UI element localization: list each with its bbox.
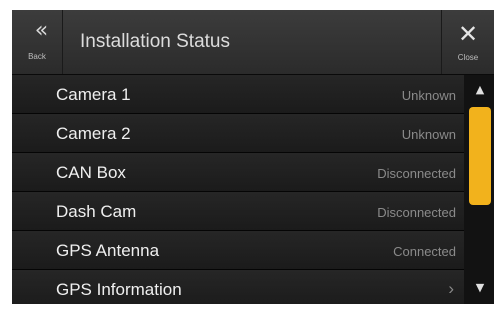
- list-item-dash-cam[interactable]: Dash Cam Disconnected: [12, 192, 464, 231]
- status-list: Camera 1 Unknown Camera 2 Unknown CAN Bo…: [12, 75, 464, 304]
- item-label: Camera 2: [56, 124, 131, 143]
- item-label: CAN Box: [56, 163, 126, 182]
- chevron-right-icon: ›: [448, 279, 454, 298]
- item-label: Camera 1: [56, 85, 131, 104]
- close-button[interactable]: ✕ Close: [441, 10, 494, 74]
- list-item-gps-antenna[interactable]: GPS Antenna Connected: [12, 231, 464, 270]
- back-button[interactable]: « Back: [12, 10, 63, 74]
- item-status: Disconnected: [377, 205, 456, 220]
- scroll-thumb[interactable]: [469, 107, 491, 205]
- page-title: Installation Status: [80, 31, 230, 52]
- back-label: Back: [28, 52, 46, 61]
- list-item-camera-2[interactable]: Camera 2 Unknown: [12, 114, 464, 153]
- close-icon: ✕: [457, 20, 479, 48]
- header-bar: « Back Installation Status ✕ Close: [12, 10, 494, 75]
- installation-status-screen: « Back Installation Status ✕ Close Camer…: [12, 10, 494, 304]
- item-status: Unknown: [401, 88, 456, 103]
- list-item-can-box[interactable]: CAN Box Disconnected: [12, 153, 464, 192]
- item-label: GPS Antenna: [56, 241, 160, 260]
- scroll-down-icon[interactable]: ▼: [466, 276, 494, 300]
- scrollbar[interactable]: ▲ ▼: [466, 75, 494, 304]
- list-item-camera-1[interactable]: Camera 1 Unknown: [12, 75, 464, 114]
- scroll-up-icon[interactable]: ▲: [466, 78, 494, 102]
- close-label: Close: [457, 53, 479, 62]
- list-item-gps-information[interactable]: GPS Information ›: [12, 270, 464, 304]
- item-status: Disconnected: [377, 166, 456, 181]
- item-status: Unknown: [401, 127, 456, 142]
- item-label: Dash Cam: [56, 202, 137, 221]
- item-label: GPS Information: [56, 280, 182, 299]
- back-icon: «: [34, 18, 48, 43]
- item-status: Connected: [393, 244, 456, 259]
